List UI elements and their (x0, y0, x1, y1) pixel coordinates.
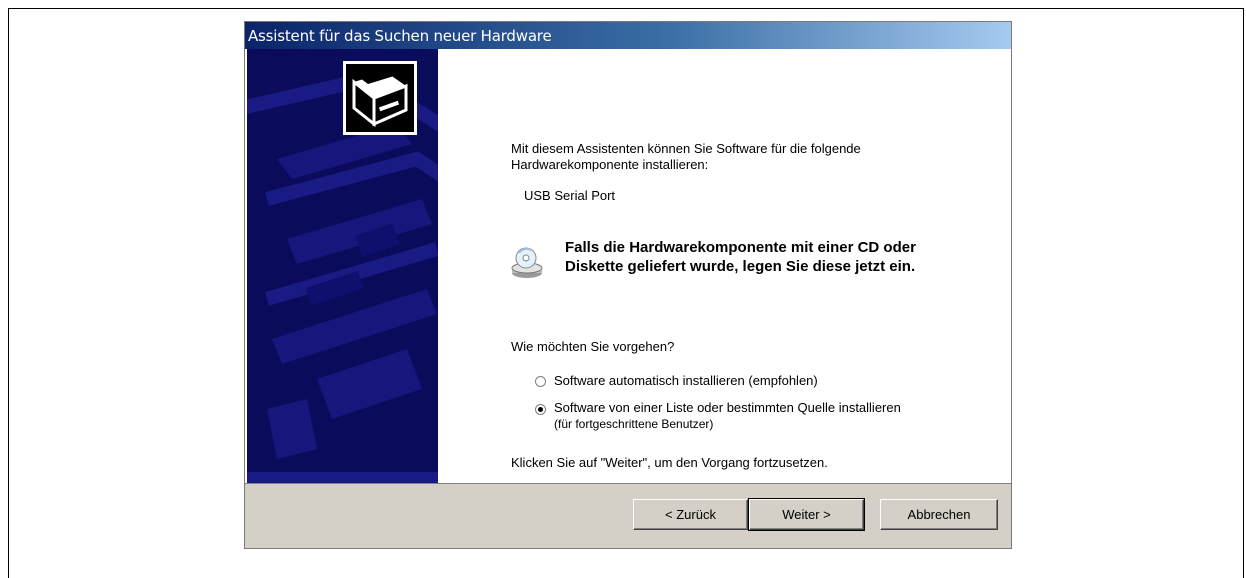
wizard-sidebar (247, 49, 438, 483)
question-text: Wie möchten Sie vorgehen? (511, 339, 675, 354)
radio-list-install[interactable] (535, 404, 546, 415)
window-title: Assistent für das Suchen neuer Hardware (248, 27, 552, 45)
cd-note-line2: Diskette geliefert wurde, legen Sie dies… (565, 258, 916, 275)
wizard-dialog: Assistent für das Suchen neuer Hardware (244, 21, 1012, 549)
button-bar: < Zurück Weiter > Abbrechen (245, 483, 1011, 548)
title-bar[interactable]: Assistent für das Suchen neuer Hardware (245, 22, 1011, 49)
radio-auto-install[interactable] (535, 376, 546, 387)
option-list-install-sublabel: (für fortgeschrittene Benutzer) (554, 417, 714, 431)
cd-note-line1: Falls die Hardwarekomponente mit einer C… (565, 239, 916, 256)
option-auto-install-label[interactable]: Software automatisch installieren (empfo… (554, 373, 818, 388)
option-list-install-label[interactable]: Software von einer Liste oder bestimmten… (554, 400, 901, 415)
cancel-button[interactable]: Abbrechen (880, 499, 998, 530)
wizard-content: Mit diesem Assistenten können Sie Softwa… (439, 49, 1011, 483)
intro-text-line2: Hardwarekomponente installieren: (511, 157, 709, 172)
intro-text-line1: Mit diesem Assistenten können Sie Softwa… (511, 141, 861, 156)
back-button[interactable]: < Zurück (633, 499, 748, 530)
next-button[interactable]: Weiter > (748, 498, 865, 531)
cd-drive-icon (509, 245, 545, 281)
hardware-wizard-icon (343, 61, 417, 135)
device-name: USB Serial Port (524, 188, 616, 203)
continue-hint: Klicken Sie auf "Weiter", um den Vorgang… (511, 455, 828, 470)
